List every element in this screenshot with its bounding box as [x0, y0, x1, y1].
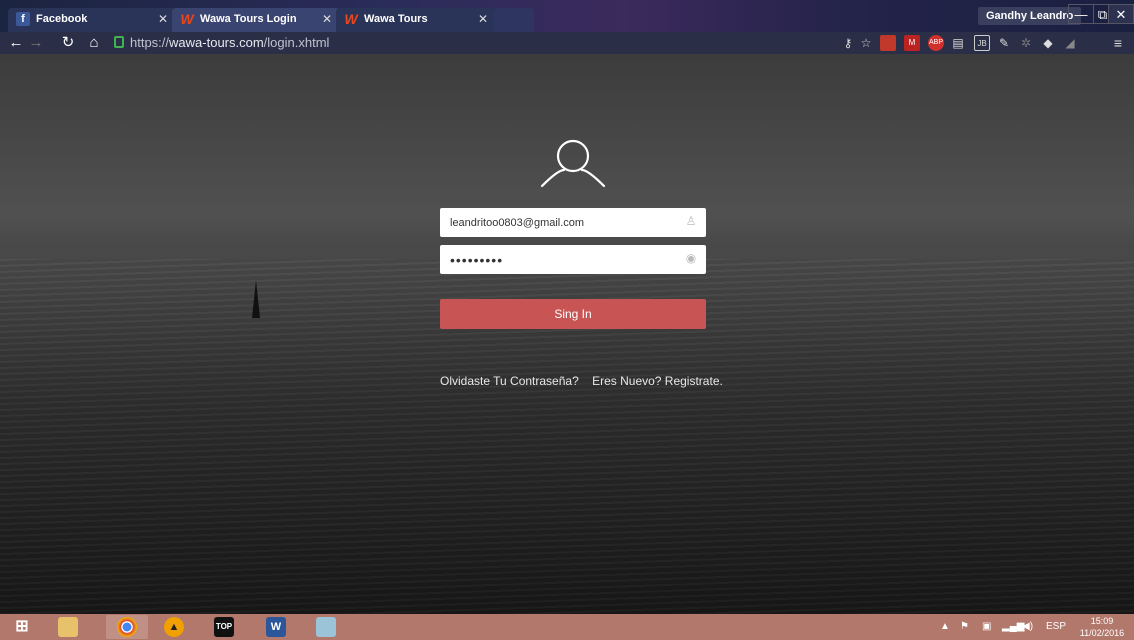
arrow-left-icon: ← — [8, 34, 24, 51]
taskbar-chrome[interactable] — [106, 615, 148, 639]
chrome-icon — [117, 617, 137, 637]
login-links: Olvidaste Tu Contraseña? Eres Nuevo? Reg… — [440, 374, 733, 388]
signal-extension-icon[interactable]: ◢ — [1062, 35, 1078, 51]
browser-toolbar: ← → ↻ ⌂ https://wawa-tours.com/login.xht… — [0, 32, 1134, 54]
url-scheme: https:// — [130, 35, 170, 50]
clock-date: 11/02/2016 — [1079, 628, 1125, 638]
browser-window: f Facebook ✕ W Wawa Tours Login ✕ W Wawa… — [0, 0, 1134, 640]
triangle-app-icon: ▲ — [164, 617, 184, 637]
gear-extension-icon[interactable]: ✲ — [1018, 35, 1034, 51]
password-input[interactable] — [450, 245, 680, 274]
diamond-extension-icon[interactable]: ◆ — [1040, 35, 1056, 51]
wawa-logo-icon: W — [180, 11, 194, 27]
forward-button[interactable]: → — [26, 32, 46, 54]
profile-button[interactable]: Gandhy Leandro — [978, 7, 1082, 25]
gmail-extension-icon[interactable]: M — [904, 35, 920, 51]
back-button[interactable]: ← — [6, 32, 26, 54]
email-field[interactable]: ♙ — [440, 208, 706, 237]
taskbar-word[interactable]: W — [258, 615, 294, 639]
document-extension-icon[interactable]: ▤ — [950, 35, 966, 51]
tab-strip: f Facebook ✕ W Wawa Tours Login ✕ W Wawa… — [0, 0, 1134, 32]
close-icon[interactable]: ✕ — [322, 8, 332, 30]
key-icon[interactable]: ⚷ — [840, 35, 856, 51]
taskbar-app-triangle[interactable]: ▲ — [156, 615, 192, 639]
sailboat-image — [252, 280, 260, 318]
tab-label: Facebook — [36, 13, 88, 25]
address-bar[interactable]: https://wawa-tours.com/login.xhtml — [110, 34, 880, 52]
facebook-icon: f — [16, 12, 30, 26]
tab-label: Wawa Tours Login — [200, 13, 297, 25]
register-link[interactable]: Eres Nuevo? Registrate. — [592, 374, 723, 388]
arrow-right-icon: → — [28, 34, 44, 51]
email-input[interactable] — [450, 208, 680, 237]
start-button[interactable]: ⊞ — [2, 615, 42, 639]
jb-extension-icon[interactable]: JB — [974, 35, 990, 51]
bookmark-star-icon[interactable]: ☆ — [858, 35, 874, 51]
wawa-logo-icon: W — [344, 11, 358, 27]
url-host: wawa-tours.com — [169, 35, 264, 50]
login-page: ♙ ◉ Sing In Olvidaste Tu Contraseña? Ere… — [0, 54, 1134, 614]
show-hidden-icons[interactable]: ▲ — [940, 614, 950, 640]
windows-logo-icon: ⊞ — [15, 618, 29, 635]
tab-label: Wawa Tours — [364, 13, 428, 25]
reload-icon: ↻ — [61, 34, 75, 51]
windows-taskbar: ⊞ ▲ TOP W ▲ ⚑ ▣ ▂▄▆ ◀) ESP 15:09 11/02/2… — [0, 614, 1134, 640]
word-icon: W — [266, 617, 286, 637]
network-adapter-icon[interactable]: ▣ — [982, 614, 991, 640]
menu-icon[interactable]: ≡ — [1110, 35, 1126, 51]
user-icon: ♙ — [685, 214, 697, 228]
home-button[interactable]: ⌂ — [84, 32, 104, 54]
lock-icon — [114, 36, 124, 48]
language-indicator[interactable]: ESP — [1046, 614, 1066, 640]
new-tab-button[interactable] — [494, 8, 534, 32]
extension-red-icon[interactable] — [880, 35, 896, 51]
forgot-password-link[interactable]: Olvidaste Tu Contraseña? — [440, 374, 579, 388]
folder-icon — [58, 617, 78, 637]
adblock-icon[interactable]: ABP — [928, 35, 944, 51]
sign-in-button[interactable]: Sing In — [440, 299, 706, 329]
user-avatar-icon — [540, 139, 606, 188]
tab-facebook[interactable]: f Facebook ✕ — [8, 8, 176, 32]
taskbar-notepad[interactable] — [308, 615, 344, 639]
notepad-icon — [316, 617, 336, 637]
taskbar-toplatino[interactable]: TOP — [206, 615, 242, 639]
toplatino-icon: TOP — [214, 617, 234, 637]
clock-time: 15:09 — [1090, 616, 1114, 626]
tab-wawa-tours-login[interactable]: W Wawa Tours Login ✕ — [172, 8, 340, 32]
close-icon[interactable]: ✕ — [158, 8, 168, 30]
pen-extension-icon[interactable]: ✎ — [996, 35, 1012, 51]
close-icon[interactable]: ✕ — [478, 8, 488, 30]
home-icon: ⌂ — [89, 34, 99, 51]
tab-wawa-tours[interactable]: W Wawa Tours ✕ — [336, 8, 496, 32]
close-window-button[interactable]: ✕ — [1108, 4, 1134, 24]
password-field[interactable]: ◉ — [440, 245, 706, 274]
clock[interactable]: 15:09 11/02/2016 — [1072, 615, 1132, 639]
url-text: https://wawa-tours.com/login.xhtml — [130, 34, 329, 52]
reload-button[interactable]: ↻ — [58, 32, 78, 54]
url-path: /login.xhtml — [263, 35, 330, 50]
taskbar-file-explorer[interactable] — [50, 615, 86, 639]
flag-icon[interactable]: ⚑ — [960, 614, 969, 640]
volume-icon[interactable]: ◀) — [1022, 614, 1033, 640]
eye-icon[interactable]: ◉ — [684, 251, 698, 265]
